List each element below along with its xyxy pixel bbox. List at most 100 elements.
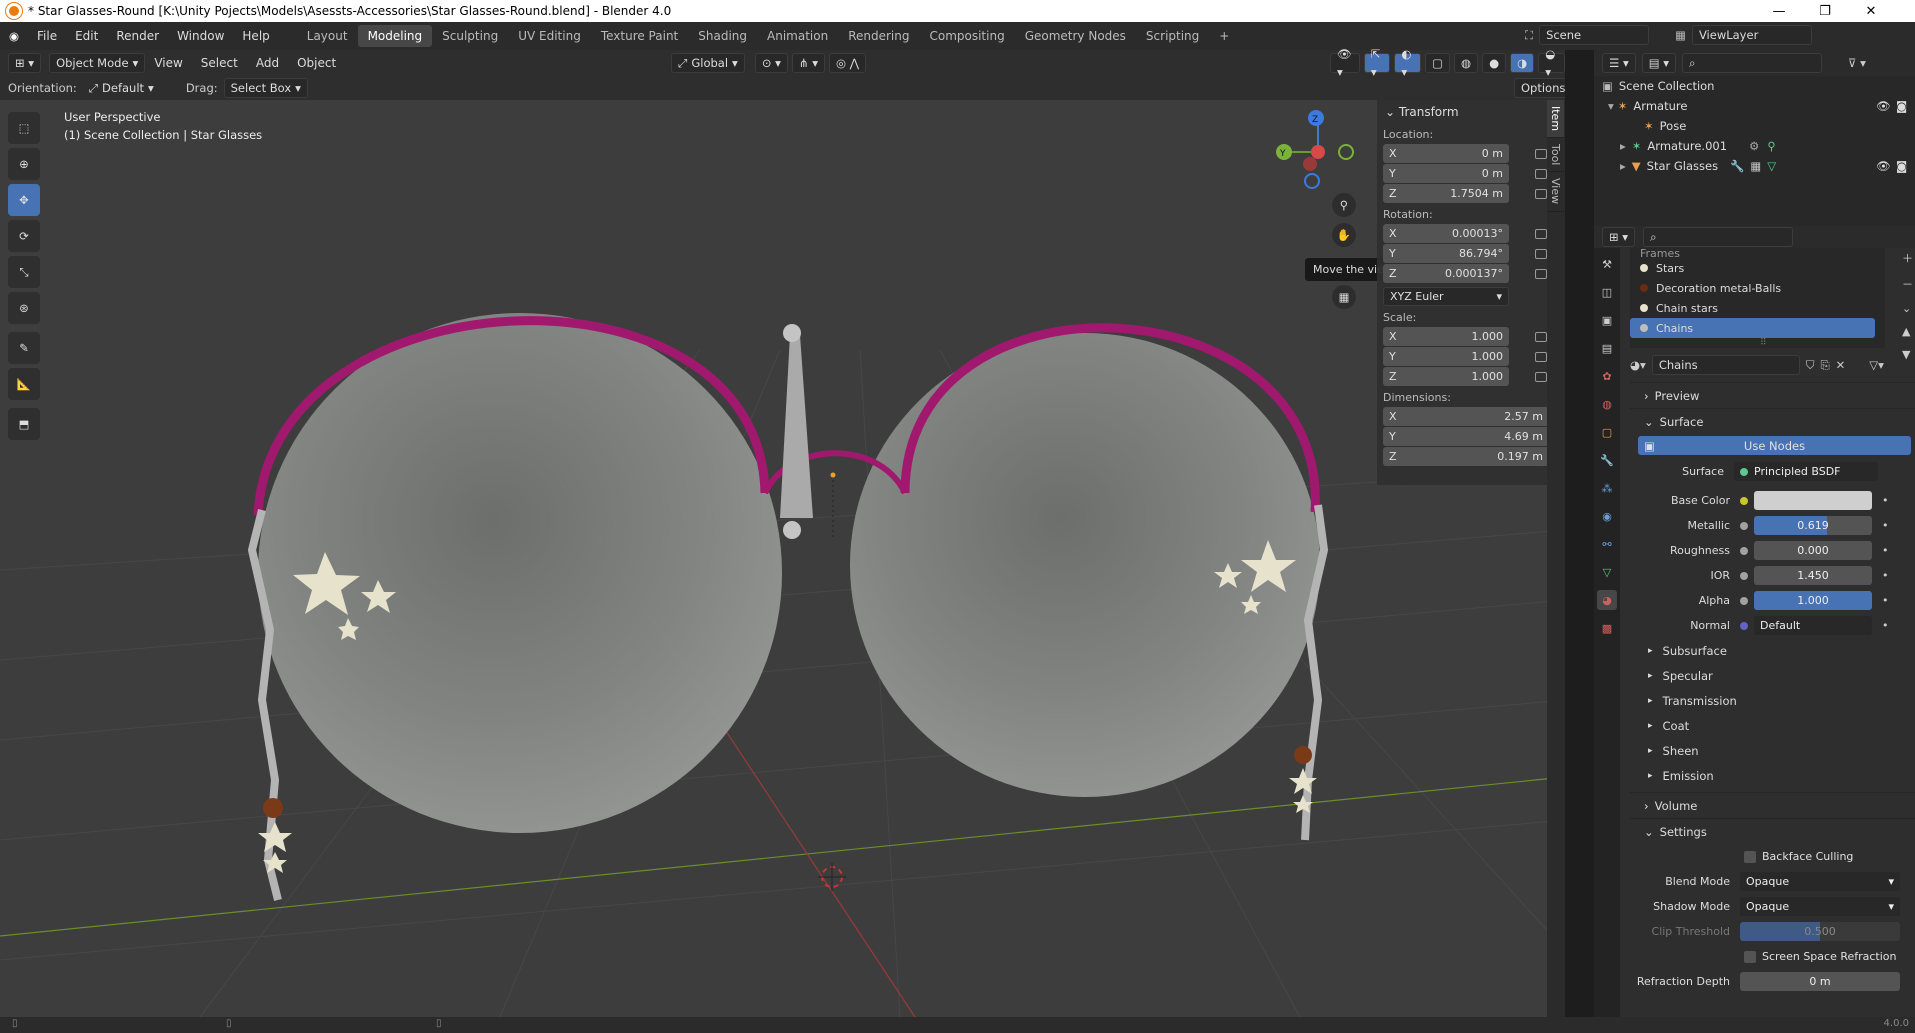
close-icon[interactable]: ✕	[1848, 0, 1894, 22]
tab-texture-paint[interactable]: Texture Paint	[591, 25, 688, 47]
menu-object[interactable]: Object	[288, 49, 345, 77]
keyframe-dot-icon[interactable]: •	[1882, 569, 1889, 582]
location-z-field[interactable]: Z 1.7504 m	[1383, 184, 1509, 203]
shader-input-field[interactable]	[1754, 491, 1872, 510]
material-slot-list[interactable]: Frames Stars Decoration metal-Balls Chai…	[1630, 248, 1885, 348]
scene-icon[interactable]: ⛶	[1525, 28, 1533, 43]
grid-view-icon[interactable]: ▦	[1332, 285, 1356, 309]
socket-icon[interactable]	[1740, 596, 1748, 605]
gizmo-toggle-icon[interactable]: ⇱ ▾	[1363, 47, 1391, 79]
tab-shading[interactable]: Shading	[688, 25, 757, 47]
subpanel-sheen[interactable]: ▸ Sheen	[1630, 738, 1915, 763]
particles-tab-icon[interactable]: ⁂	[1597, 478, 1617, 498]
material-slot[interactable]: Chain stars	[1630, 298, 1885, 318]
backface-culling-row[interactable]: Backface Culling	[1630, 844, 1915, 869]
menu-render[interactable]: Render	[107, 22, 168, 50]
surface-shader-field[interactable]: Principled BSDF	[1734, 462, 1878, 481]
navigation-gizmo[interactable]: Z Y	[1276, 110, 1354, 189]
subpanel-coat[interactable]: ▸ Coat	[1630, 713, 1915, 738]
shader-input-field[interactable]: 0.619	[1754, 516, 1872, 535]
ssr-checkbox[interactable]	[1744, 950, 1756, 963]
tab-uv-editing[interactable]: UV Editing	[508, 25, 591, 47]
3d-viewport[interactable]: Z Y User Perspective (1) Scene Collectio…	[0, 100, 1565, 1017]
view-layer-tab-icon[interactable]: ▤	[1597, 338, 1617, 358]
fake-user-icon[interactable]: ⛉	[1806, 358, 1815, 373]
tab-modeling[interactable]: Modeling	[357, 25, 433, 47]
keyframe-dot-icon[interactable]: •	[1882, 544, 1889, 557]
material-slot[interactable]: Frames	[1630, 248, 1885, 258]
texture-tab-icon[interactable]: ▩	[1597, 618, 1617, 638]
shading-solid-icon[interactable]: ●	[1482, 53, 1507, 73]
add-cube-tool-icon[interactable]: ⬒	[8, 408, 40, 440]
camera-icon[interactable]: ◙	[1896, 159, 1907, 173]
shader-input-field[interactable]: 1.000	[1754, 591, 1872, 610]
preview-section[interactable]: › Preview	[1630, 382, 1915, 408]
resize-handle-icon[interactable]: ⠿	[1760, 338, 1767, 348]
socket-icon[interactable]	[1740, 496, 1748, 505]
duplicate-material-icon[interactable]: ⎘	[1820, 358, 1829, 373]
lock-icon[interactable]	[1535, 189, 1547, 199]
data-tab-icon[interactable]: ▽	[1597, 562, 1617, 582]
transform-orientation-dropdown[interactable]: ⤢ Global ▾	[671, 53, 745, 73]
lock-icon[interactable]	[1535, 352, 1547, 362]
menu-file[interactable]: File	[28, 22, 66, 50]
outliner-editor-icon[interactable]: ☰ ▾	[1602, 53, 1636, 73]
keyframe-dot-icon[interactable]: •	[1882, 619, 1889, 632]
socket-icon[interactable]	[1740, 546, 1748, 555]
minimize-icon[interactable]: —	[1756, 0, 1802, 22]
maximize-icon[interactable]: ❐	[1802, 0, 1848, 22]
select-box-tool-icon[interactable]: ⬚	[8, 112, 40, 144]
socket-icon[interactable]	[1740, 621, 1748, 630]
scene-tab-icon[interactable]: ✿	[1597, 366, 1617, 386]
socket-icon[interactable]	[1740, 571, 1748, 580]
tab-layout[interactable]: Layout	[297, 25, 358, 47]
subpanel-transmission[interactable]: ▸ Transmission	[1630, 688, 1915, 713]
tab-item[interactable]: Item	[1547, 100, 1564, 139]
area-divider[interactable]	[1565, 50, 1594, 1017]
menu-add[interactable]: Add	[247, 49, 288, 77]
expand-arrow-icon[interactable]: ▸	[1620, 139, 1626, 153]
volume-section[interactable]: › Volume	[1630, 792, 1915, 818]
lock-icon[interactable]	[1535, 249, 1547, 259]
refraction-depth-field[interactable]: 0 m	[1740, 972, 1900, 991]
tab-sculpting[interactable]: Sculpting	[432, 25, 508, 47]
rotate-tool-icon[interactable]: ⟳	[8, 220, 40, 252]
material-slot[interactable]: Decoration metal-Balls	[1630, 278, 1885, 298]
scene-selector[interactable]: Scene	[1539, 25, 1650, 45]
material-name-field[interactable]: Chains	[1651, 355, 1800, 375]
eye-icon[interactable]: 👁	[1876, 99, 1891, 113]
subpanel-emission[interactable]: ▸ Emission	[1630, 763, 1915, 788]
move-down-icon[interactable]: ▼	[1902, 348, 1913, 361]
rotation-y-field[interactable]: Y 86.794°	[1383, 244, 1509, 263]
shader-input-field[interactable]: 0.000	[1754, 541, 1872, 560]
menu-view[interactable]: View	[145, 49, 191, 77]
shadow-mode-dropdown[interactable]: Opaque ▾	[1740, 897, 1900, 916]
backface-checkbox[interactable]	[1744, 850, 1756, 863]
scale-x-field[interactable]: X 1.000	[1383, 327, 1509, 346]
move-tool-icon[interactable]: ✥	[8, 184, 40, 216]
lock-icon[interactable]	[1535, 372, 1547, 382]
lock-icon[interactable]	[1535, 332, 1547, 342]
tab-view[interactable]: View	[1547, 172, 1564, 212]
ssr-row[interactable]: Screen Space Refraction	[1630, 944, 1915, 969]
viewlayer-selector[interactable]: ViewLayer	[1691, 25, 1812, 45]
menu-window[interactable]: Window	[168, 22, 233, 50]
material-slot[interactable]: Stars	[1630, 258, 1885, 278]
transform-tool-icon[interactable]: ⊛	[8, 292, 40, 324]
pivot-icon[interactable]: ⊙ ▾	[754, 53, 788, 73]
shading-wireframe-icon[interactable]: ◍	[1454, 53, 1479, 73]
tab-compositing[interactable]: Compositing	[919, 25, 1014, 47]
lock-icon[interactable]	[1535, 269, 1547, 279]
zoom-icon[interactable]: ⚲	[1332, 193, 1356, 217]
socket-icon[interactable]	[1740, 521, 1748, 530]
keyframe-dot-icon[interactable]: •	[1882, 594, 1889, 607]
collapse-arrow-icon[interactable]: ▾	[1608, 99, 1614, 113]
hand-pan-icon[interactable]: ✋	[1332, 223, 1356, 247]
shading-material-icon[interactable]: ◑	[1510, 53, 1535, 73]
lock-icon[interactable]	[1535, 229, 1547, 239]
lock-icon[interactable]	[1535, 169, 1547, 179]
snap-icon[interactable]: ⋔ ▾	[791, 53, 825, 73]
viewlayer-icon[interactable]: ▦	[1675, 28, 1686, 42]
overlay-toggle-icon[interactable]: ◐ ▾	[1394, 47, 1422, 79]
location-x-field[interactable]: X 0 m	[1383, 144, 1509, 163]
